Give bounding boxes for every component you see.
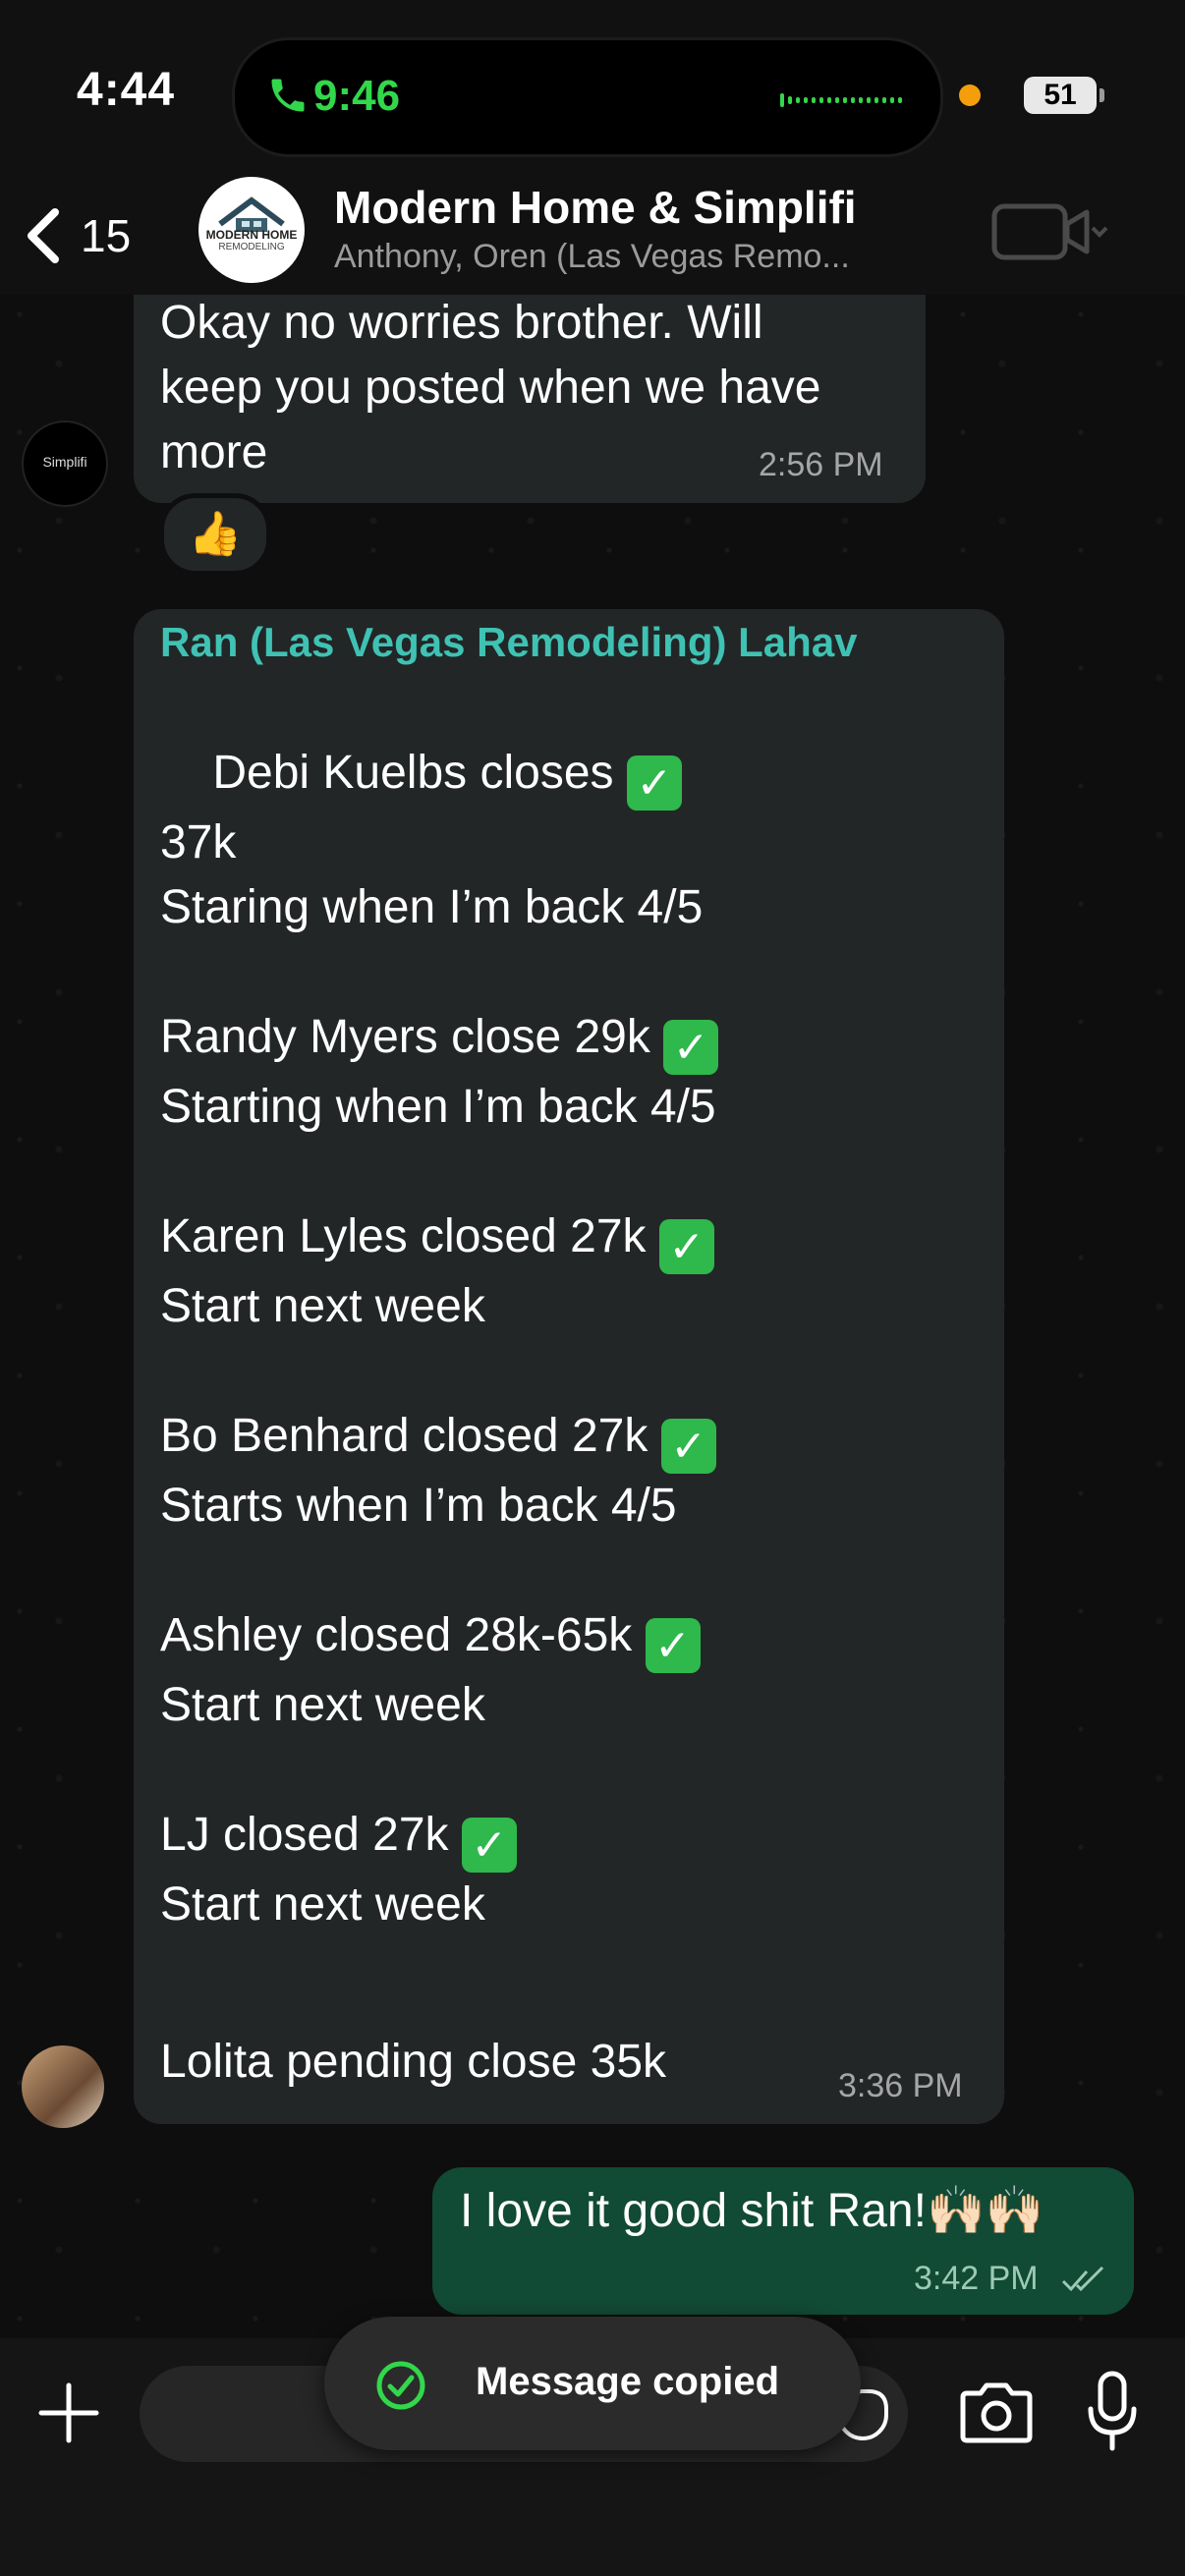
check-mark-icon: ✓ xyxy=(645,1618,701,1673)
message-bubble-incoming[interactable]: Ran (Las Vegas Remodeling) Lahav Debi Ku… xyxy=(134,609,1004,2124)
status-bar: 4:44 9:46 51 xyxy=(0,0,1185,177)
plus-icon[interactable] xyxy=(37,2381,100,2444)
battery-indicator: 51 xyxy=(1024,77,1104,114)
logo-subtext: REMODELING xyxy=(218,242,285,252)
message-line: Lolita pending close 35k xyxy=(160,2036,667,2088)
message-line: Debi Kuelbs closes xyxy=(212,747,614,799)
message-body: Debi Kuelbs closes ✓ 37k Staring when I’… xyxy=(160,676,986,2002)
sender-avatar-ran[interactable] xyxy=(22,2045,104,2128)
back-button[interactable]: 15 xyxy=(24,200,131,271)
thumbs-up-icon: 👍 xyxy=(188,510,243,558)
message-line: Ashley closed 28k-65k xyxy=(160,1609,633,1661)
message-text: Okay no worries brother. Will keep you p… xyxy=(160,297,821,478)
check-mark-icon: ✓ xyxy=(660,1419,716,1474)
microphone-icon[interactable] xyxy=(1085,2370,1140,2454)
message-line: Starts when I’m back 4/5 xyxy=(160,1480,677,1532)
message-sender-name: Ran (Las Vegas Remodeling) Lahav xyxy=(160,619,858,665)
message-line: Start next week xyxy=(160,1679,485,1731)
group-avatar[interactable]: MODERN HOME REMODELING xyxy=(198,177,305,283)
call-duration: 9:46 xyxy=(313,72,401,120)
chat-title[interactable]: Modern Home & Simplifi xyxy=(334,181,857,234)
message-line: LJ closed 27k xyxy=(160,1809,449,1861)
privacy-indicator xyxy=(959,84,981,106)
message-line: Randy Myers close 29k xyxy=(160,1011,650,1063)
message-bubble-outgoing[interactable]: I love it good shit Ran!🙌🏻🙌🏻 3:42 PM xyxy=(432,2167,1134,2315)
toast-check-icon xyxy=(376,2361,425,2410)
toast-message: Message copied xyxy=(476,2360,780,2403)
back-chevron-icon xyxy=(28,208,59,263)
check-mark-icon: ✓ xyxy=(461,1818,517,1873)
double-check-icon xyxy=(1061,2266,1104,2292)
check-mark-icon: ✓ xyxy=(663,1020,719,1075)
chat-header: 15 MODERN HOME REMODELING Modern Home & … xyxy=(0,177,1185,295)
message-bubble-incoming[interactable]: Okay no worries brother. Will keep you p… xyxy=(134,295,926,503)
phone-icon xyxy=(271,79,305,112)
camera-icon[interactable] xyxy=(957,2381,1036,2444)
message-line: Start next week xyxy=(160,1280,485,1332)
message-time: 2:56 PM xyxy=(759,446,883,483)
dynamic-island-call[interactable]: 9:46 xyxy=(232,37,943,157)
check-mark-icon: ✓ xyxy=(626,756,682,811)
message-line: 37k Staring when I’m back 4/5 xyxy=(160,816,704,933)
copied-toast: Message copied xyxy=(324,2317,861,2450)
chat-participants[interactable]: Anthony, Oren (Las Vegas Remo... xyxy=(334,238,850,276)
clock: 4:44 xyxy=(77,64,176,116)
unread-count: 15 xyxy=(81,210,132,261)
message-line: Start next week xyxy=(160,1878,485,1931)
sender-avatar-simplifi[interactable]: Simplifi xyxy=(22,420,108,507)
video-camera-icon[interactable] xyxy=(990,200,1108,263)
message-line: Karen Lyles closed 27k xyxy=(160,1210,647,1262)
check-mark-icon: ✓ xyxy=(658,1219,714,1274)
audio-waveform xyxy=(780,93,902,107)
message-time: 3:42 PM xyxy=(914,2260,1039,2297)
message-text: I love it good shit Ran!🙌🏻🙌🏻 xyxy=(460,2185,1044,2237)
message-line: Bo Benhard closed 27k xyxy=(160,1410,649,1462)
avatar-label: Simplifi xyxy=(42,454,87,470)
reaction-badge[interactable]: 👍 xyxy=(159,493,271,576)
message-line: Starting when I’m back 4/5 xyxy=(160,1081,716,1133)
logo-text: MODERN HOME xyxy=(205,228,298,242)
message-time: 3:36 PM xyxy=(838,2067,963,2104)
